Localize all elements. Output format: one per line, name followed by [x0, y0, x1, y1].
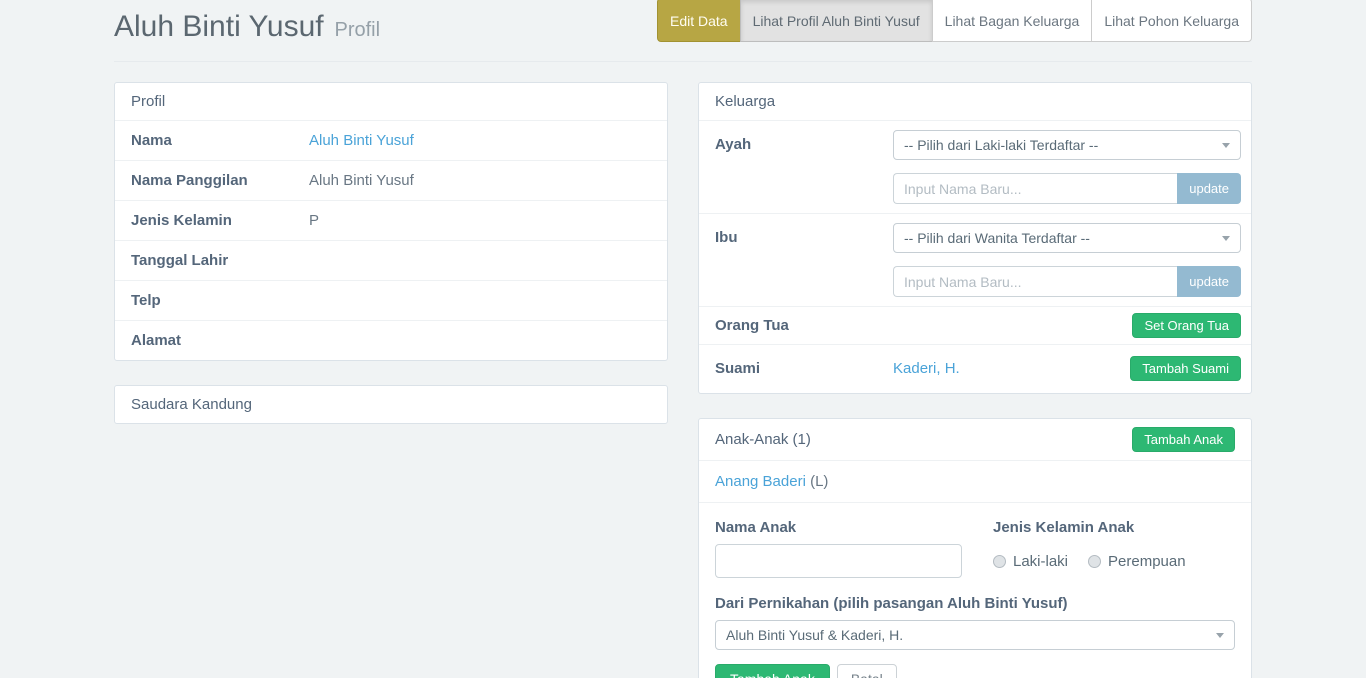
child-name-link[interactable]: Anang Baderi	[715, 473, 806, 490]
jenis-kelamin-anak-label: Jenis Kelamin Anak	[993, 519, 1235, 536]
left-column: Profil Nama Aluh Binti Yusuf Nama Panggi…	[114, 82, 668, 424]
title-wrap: Aluh Binti Yusuf Profil	[114, 5, 380, 53]
form-buttons-row: Tambah Anak Batal	[715, 664, 1235, 678]
saudara-kandung-title: Saudara Kandung	[131, 396, 252, 413]
anak-anak-title: Anak-Anak (1)	[715, 431, 811, 448]
radio-laki-laki-label: Laki-laki	[1013, 553, 1068, 570]
table-row-alamat: Alamat	[115, 320, 667, 360]
saudara-kandung-panel: Saudara Kandung	[114, 385, 668, 424]
jenis-kelamin-anak-group: Jenis Kelamin Anak Laki-laki Perempuan	[993, 519, 1235, 578]
radio-button-icon[interactable]	[1088, 555, 1101, 568]
page-title: Aluh Binti Yusuf	[114, 10, 324, 43]
ayah-select-value: -- Pilih dari Laki-laki Terdaftar --	[904, 136, 1098, 155]
radio-laki-laki[interactable]: Laki-laki	[993, 553, 1068, 570]
pernikahan-select-value: Aluh Binti Yusuf & Kaderi, H.	[726, 627, 903, 643]
keluarga-panel-title: Keluarga	[715, 93, 775, 110]
content-columns: Profil Nama Aluh Binti Yusuf Nama Panggi…	[114, 82, 1252, 678]
page-subtitle: Profil	[334, 19, 380, 41]
batal-button[interactable]: Batal	[837, 664, 897, 678]
row-value	[309, 251, 651, 270]
row-value: Aluh Binti Yusuf	[309, 171, 651, 190]
dari-pernikahan-label: Dari Pernikahan (pilih pasangan Aluh Bin…	[715, 595, 1235, 612]
ayah-label: Ayah	[715, 130, 893, 204]
suami-label: Suami	[715, 360, 893, 377]
ayah-input-group: update	[893, 173, 1241, 204]
row-label: Nama	[131, 131, 309, 150]
radio-perempuan-label: Perempuan	[1108, 553, 1186, 570]
nama-anak-input[interactable]	[715, 544, 962, 578]
profil-panel: Profil Nama Aluh Binti Yusuf Nama Panggi…	[114, 82, 668, 361]
child-list-item: Anang Baderi (L)	[699, 460, 1251, 502]
header-divider	[114, 61, 1252, 62]
ayah-update-button[interactable]: update	[1177, 173, 1241, 204]
add-child-form-grid: Nama Anak Jenis Kelamin Anak Laki-laki	[715, 519, 1235, 578]
radio-perempuan[interactable]: Perempuan	[1088, 553, 1186, 570]
tambah-anak-submit-button[interactable]: Tambah Anak	[715, 664, 830, 678]
keluarga-panel-heading: Keluarga	[699, 83, 1251, 120]
gender-radio-row: Laki-laki Perempuan	[993, 553, 1235, 570]
row-value	[309, 291, 651, 310]
ayah-controls: -- Pilih dari Laki-laki Terdaftar -- upd…	[893, 130, 1241, 204]
page-header: Aluh Binti Yusuf Profil Edit Data Lihat …	[114, 0, 1252, 53]
right-column: Keluarga Ayah -- Pilih dari Laki-laki Te…	[698, 82, 1252, 678]
ibu-row: Ibu -- Pilih dari Wanita Terdaftar -- up…	[699, 213, 1251, 306]
row-label: Tanggal Lahir	[131, 251, 309, 270]
row-label: Nama Panggilan	[131, 171, 309, 190]
ayah-name-input[interactable]	[893, 173, 1177, 204]
page-container: Aluh Binti Yusuf Profil Edit Data Lihat …	[0, 0, 1366, 678]
add-child-form: Nama Anak Jenis Kelamin Anak Laki-laki	[699, 502, 1251, 678]
lihat-pohon-keluarga-button[interactable]: Lihat Pohon Keluarga	[1091, 0, 1252, 42]
ibu-select-value: -- Pilih dari Wanita Terdaftar --	[904, 229, 1090, 248]
chevron-down-icon	[1222, 236, 1230, 241]
child-gender-suffix: (L)	[810, 473, 828, 490]
profil-panel-title: Profil	[131, 93, 165, 110]
nama-value-link[interactable]: Aluh Binti Yusuf	[309, 132, 414, 149]
tambah-anak-header-button[interactable]: Tambah Anak	[1132, 427, 1235, 452]
set-orang-tua-button[interactable]: Set Orang Tua	[1132, 313, 1241, 338]
ayah-row: Ayah -- Pilih dari Laki-laki Terdaftar -…	[699, 120, 1251, 213]
row-value: P	[309, 211, 651, 230]
anak-anak-heading: Anak-Anak (1) Tambah Anak	[699, 419, 1251, 460]
table-row-nama: Nama Aluh Binti Yusuf	[115, 120, 667, 160]
suami-row: Suami Kaderi, H. Tambah Suami	[699, 344, 1251, 393]
tambah-suami-button[interactable]: Tambah Suami	[1130, 356, 1241, 381]
ayah-select[interactable]: -- Pilih dari Laki-laki Terdaftar --	[893, 130, 1241, 160]
nama-anak-label: Nama Anak	[715, 519, 962, 536]
orang-tua-label: Orang Tua	[715, 317, 789, 334]
chevron-down-icon	[1222, 143, 1230, 148]
ibu-controls: -- Pilih dari Wanita Terdaftar -- update	[893, 223, 1241, 297]
keluarga-panel: Keluarga Ayah -- Pilih dari Laki-laki Te…	[698, 82, 1252, 394]
table-row-telp: Telp	[115, 280, 667, 320]
anak-anak-panel: Anak-Anak (1) Tambah Anak Anang Baderi (…	[698, 418, 1252, 678]
orang-tua-row: Orang Tua Set Orang Tua	[699, 306, 1251, 344]
row-value	[309, 331, 651, 350]
table-row-jenis-kelamin: Jenis Kelamin P	[115, 200, 667, 240]
chevron-down-icon	[1216, 633, 1224, 638]
ibu-input-group: update	[893, 266, 1241, 297]
table-row-tanggal-lahir: Tanggal Lahir	[115, 240, 667, 280]
header-button-group: Edit Data Lihat Profil Aluh Binti Yusuf …	[657, 0, 1252, 42]
nama-anak-field-group: Nama Anak	[715, 519, 962, 578]
ibu-name-input[interactable]	[893, 266, 1177, 297]
ibu-update-button[interactable]: update	[1177, 266, 1241, 297]
pernikahan-select[interactable]: Aluh Binti Yusuf & Kaderi, H.	[715, 620, 1235, 650]
profil-panel-heading: Profil	[115, 83, 667, 120]
row-label: Jenis Kelamin	[131, 211, 309, 230]
suami-value-link[interactable]: Kaderi, H.	[893, 360, 1130, 377]
ibu-label: Ibu	[715, 223, 893, 297]
row-label: Alamat	[131, 331, 309, 350]
lihat-profil-button[interactable]: Lihat Profil Aluh Binti Yusuf	[740, 0, 933, 42]
lihat-bagan-keluarga-button[interactable]: Lihat Bagan Keluarga	[932, 0, 1093, 42]
radio-button-icon[interactable]	[993, 555, 1006, 568]
ibu-select[interactable]: -- Pilih dari Wanita Terdaftar --	[893, 223, 1241, 253]
saudara-kandung-heading: Saudara Kandung	[115, 386, 667, 423]
table-row-nama-panggilan: Nama Panggilan Aluh Binti Yusuf	[115, 160, 667, 200]
row-label: Telp	[131, 291, 309, 310]
edit-data-button[interactable]: Edit Data	[657, 0, 741, 42]
